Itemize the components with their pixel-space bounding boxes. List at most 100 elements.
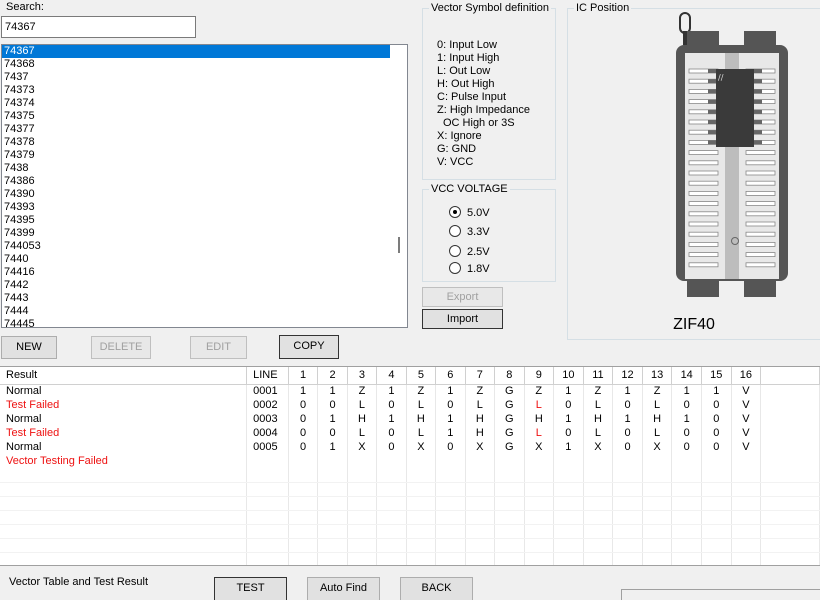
import-button[interactable]: Import bbox=[422, 309, 503, 329]
socket-pin-slot bbox=[688, 241, 719, 247]
column-header-pin[interactable]: 5 bbox=[406, 367, 437, 385]
ic-list-item[interactable]: 74379 bbox=[2, 149, 391, 162]
ic-list[interactable]: 74367 74368 7437 74373 74374 74375 74377 74378 7… bbox=[1, 44, 408, 328]
pin-cell bbox=[406, 454, 437, 468]
results-table[interactable]: Result LINE 1 2 3 4 5 6 7 8 9 10 11 12 13 14 15 16 Normal… bbox=[0, 366, 820, 566]
pin-cell: 0 bbox=[317, 426, 348, 440]
ic-list-item[interactable]: 74375 bbox=[2, 110, 391, 123]
pin-cell: 0 bbox=[612, 440, 643, 454]
ic-list-item[interactable]: 74395 bbox=[2, 214, 391, 227]
vcc-option-label: 5.0V bbox=[467, 207, 490, 219]
ic-list-item[interactable]: 7443 bbox=[2, 292, 391, 305]
column-header-pin[interactable]: 15 bbox=[701, 367, 732, 385]
pin-cell: Z bbox=[524, 384, 555, 398]
new-button[interactable]: NEW bbox=[1, 336, 57, 359]
pin-cell: H bbox=[642, 412, 673, 426]
vcc-option-2v5[interactable]: 2.5V bbox=[449, 244, 490, 260]
pin-cell: V bbox=[731, 384, 762, 398]
ic-list-item[interactable]: 7440 bbox=[2, 253, 391, 266]
pin-cell: 0 bbox=[376, 426, 407, 440]
ic-list-item[interactable]: 74368 bbox=[2, 58, 391, 71]
pin-cell bbox=[376, 454, 407, 468]
ic-list-item[interactable]: 7442 bbox=[2, 279, 391, 292]
column-header-pin[interactable]: 10 bbox=[553, 367, 584, 385]
ic-list-item[interactable]: 74373 bbox=[2, 84, 391, 97]
column-header-pin[interactable]: 9 bbox=[524, 367, 555, 385]
socket-pin-slot bbox=[688, 150, 719, 156]
socket-bottom-tab bbox=[744, 281, 776, 297]
radio-selected-icon[interactable] bbox=[449, 206, 461, 218]
pin-cell: 0 bbox=[288, 426, 319, 440]
pin-cell: Z bbox=[406, 384, 437, 398]
column-header-pin[interactable]: 1 bbox=[288, 367, 319, 385]
ic-list-item[interactable]: 74445 bbox=[2, 318, 391, 327]
empty-cell bbox=[760, 440, 820, 454]
pin-cell: 1 bbox=[553, 440, 584, 454]
empty-row bbox=[0, 538, 820, 553]
column-header-pin[interactable]: 6 bbox=[435, 367, 466, 385]
column-header-pin[interactable]: 7 bbox=[465, 367, 496, 385]
pin-cell: 1 bbox=[317, 384, 348, 398]
column-header-pin[interactable]: 11 bbox=[583, 367, 614, 385]
vcc-option-1v8[interactable]: 1.8V bbox=[449, 261, 490, 277]
status-panel bbox=[621, 589, 820, 600]
auto-find-button[interactable]: Auto Find bbox=[307, 577, 380, 600]
ic-list-item[interactable]: 74378 bbox=[2, 136, 391, 149]
test-button[interactable]: TEST bbox=[214, 577, 287, 600]
pin-cell: 0 bbox=[701, 412, 732, 426]
ic-list-item[interactable]: 74374 bbox=[2, 97, 391, 110]
radio-icon[interactable] bbox=[449, 245, 461, 257]
vcc-option-5v[interactable]: 5.0V bbox=[449, 205, 490, 221]
pin-cell: 1 bbox=[317, 440, 348, 454]
line-cell: 0005 bbox=[246, 440, 289, 454]
pin-cell bbox=[731, 454, 762, 468]
ic-list-item[interactable]: 74393 bbox=[2, 201, 391, 214]
column-header-pin[interactable]: 8 bbox=[494, 367, 525, 385]
ic-list-item[interactable]: 74416 bbox=[2, 266, 391, 279]
socket-top-tab bbox=[744, 31, 776, 45]
ic-list-item[interactable]: 7438 bbox=[2, 162, 391, 175]
column-header-pin[interactable]: 12 bbox=[612, 367, 643, 385]
column-header-pin[interactable]: 14 bbox=[671, 367, 702, 385]
column-header-pin[interactable]: 16 bbox=[731, 367, 762, 385]
table-row[interactable]: Normal 0003 0 1 H 1 H 1 H G H 1 H 1 H 1 0 V bbox=[0, 412, 820, 426]
search-input[interactable] bbox=[1, 16, 196, 38]
vector-symbol-group: Vector Symbol definition 0: Input Low 1:… bbox=[422, 2, 556, 180]
column-header-line[interactable]: LINE bbox=[246, 367, 289, 385]
ic-list-item[interactable]: 7444 bbox=[2, 305, 391, 318]
column-header-pin[interactable]: 13 bbox=[642, 367, 673, 385]
ic-list-scrollbar[interactable] bbox=[390, 45, 407, 327]
column-header-pin[interactable]: 2 bbox=[317, 367, 348, 385]
export-button[interactable]: Export bbox=[422, 287, 503, 307]
vcc-option-3v3[interactable]: 3.3V bbox=[449, 224, 490, 240]
ic-list-item[interactable]: 744053 bbox=[2, 240, 391, 253]
radio-icon[interactable] bbox=[449, 225, 461, 237]
table-row[interactable]: Test Failed 0002 0 0 L 0 L 0 L G L 0 L 0 L 0 0 V bbox=[0, 398, 820, 412]
ic-pin bbox=[708, 109, 716, 114]
column-header-pin[interactable]: 4 bbox=[376, 367, 407, 385]
pin-cell: 0 bbox=[288, 398, 319, 412]
ic-list-item[interactable]: 74386 bbox=[2, 175, 391, 188]
column-header-pin[interactable]: 3 bbox=[347, 367, 378, 385]
ic-list-item[interactable]: 74367 bbox=[2, 45, 391, 58]
column-header-result[interactable]: Result bbox=[0, 367, 248, 385]
ic-list-scroll-thumb[interactable] bbox=[398, 237, 400, 253]
edit-button[interactable]: EDIT bbox=[190, 336, 247, 359]
table-row[interactable]: Normal 0001 1 1 Z 1 Z 1 Z G Z 1 Z 1 Z 1 1 V bbox=[0, 384, 820, 398]
back-button[interactable]: BACK bbox=[400, 577, 473, 600]
delete-button[interactable]: DELETE bbox=[91, 336, 151, 359]
ic-list-item[interactable]: 74399 bbox=[2, 227, 391, 240]
socket-pin-slot bbox=[688, 262, 719, 268]
pin-cell: 0 bbox=[701, 440, 732, 454]
ic-list-item[interactable]: 74377 bbox=[2, 123, 391, 136]
ic-list-item[interactable]: 7437 bbox=[2, 71, 391, 84]
ic-pin bbox=[754, 69, 762, 73]
table-row[interactable]: Normal 0005 0 1 X 0 X 0 X G X 1 X 0 X 0 0 V bbox=[0, 440, 820, 454]
copy-button[interactable]: COPY bbox=[279, 335, 339, 359]
table-row[interactable]: Vector Testing Failed bbox=[0, 454, 820, 468]
table-row[interactable]: Test Failed 0004 0 0 L 0 L 1 H G L 0 L 0 L 0 0 V bbox=[0, 426, 820, 440]
ic-pin bbox=[708, 69, 716, 73]
pin-cell: 0 bbox=[553, 398, 584, 412]
radio-icon[interactable] bbox=[449, 262, 461, 274]
ic-list-item[interactable]: 74390 bbox=[2, 188, 391, 201]
